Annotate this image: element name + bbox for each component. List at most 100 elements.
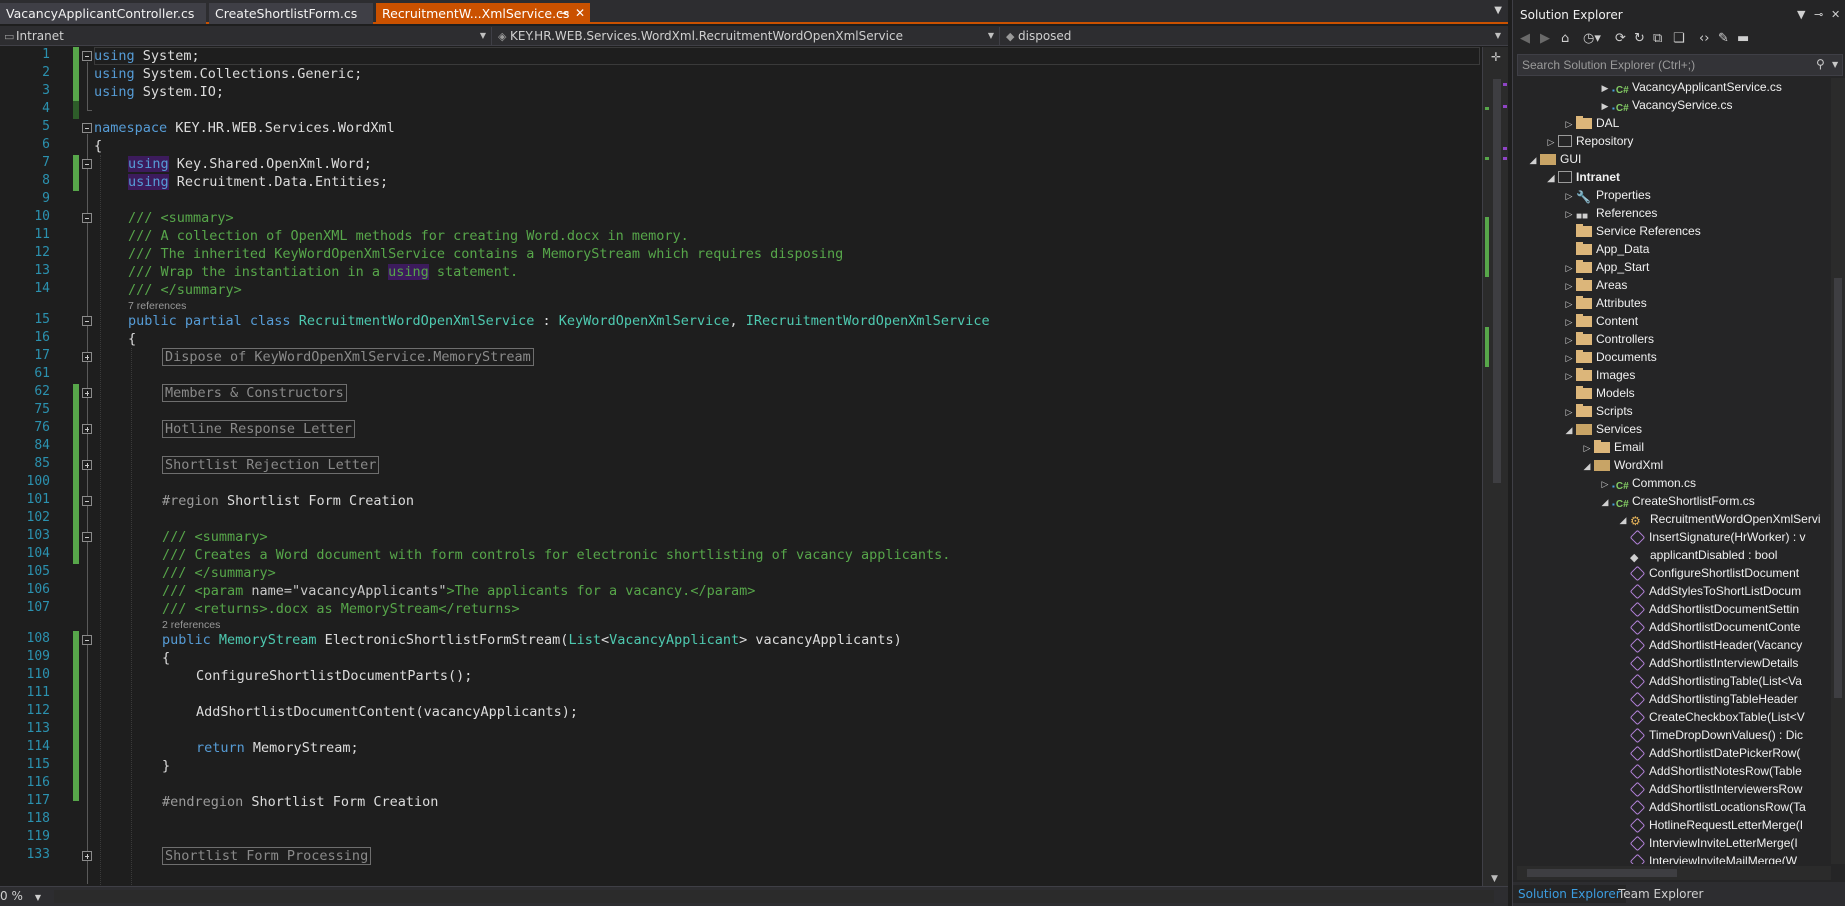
tree-item-services[interactable]: ◢ Services [1562,420,1642,438]
tree-item-scripts[interactable]: ▷ Scripts [1562,402,1633,420]
tab-overflow-dropdown-icon[interactable]: ▼ [1494,5,1502,16]
tab-team-explorer[interactable]: Team Explorer [1613,885,1709,903]
expand-arrow-icon[interactable]: ▷ [1544,133,1558,151]
scrollbar-thumb[interactable] [1489,79,1501,483]
tree-item-field[interactable]: ◆ applicantDisabled : bool [1630,546,1777,564]
tree-item-attributes[interactable]: ▷ Attributes [1562,294,1647,312]
collapse-toggle[interactable] [82,123,92,133]
expand-arrow-icon[interactable]: ▷ [1562,187,1576,205]
tab-create-shortlist-form[interactable]: CreateShortlistForm.cs [209,3,373,24]
editor-horizontal-scrollbar[interactable] [54,890,1494,903]
collapse-toggle[interactable] [82,496,92,506]
code-text-area[interactable]: 1 2 3 4 5 6 7 8 9 10 11 12 13 14 15 16 1… [0,47,1482,886]
pin-icon[interactable]: ⊸ [559,3,569,24]
tree-item-dal[interactable]: ▷ DAL [1562,114,1619,132]
tree-item-intranet[interactable]: ◢ Intranet [1544,168,1620,186]
collapse-arrow-icon[interactable]: ◢ [1598,493,1612,511]
tree-item-method[interactable]: AddShortlistInterviewDetails [1629,654,1798,672]
properties-wrench-icon[interactable]: ✎ [1718,31,1729,46]
expand-arrow-icon[interactable]: ▷ [1562,115,1576,133]
project-dropdown[interactable]: ▭ Intranet ▼ [0,27,492,45]
tree-item-method[interactable]: InterviewInviteMailMerge(W [1629,852,1797,864]
tree-item-documents[interactable]: ▷ Documents [1562,348,1657,366]
tree-item-areas[interactable]: ▷ Areas [1562,276,1627,294]
tab-solution-explorer[interactable]: Solution Explorer [1513,885,1626,903]
expand-toggle[interactable] [82,388,92,398]
auto-hide-pin-icon[interactable]: ⊸ [1814,4,1823,26]
collapse-toggle[interactable] [82,635,92,645]
tree-item-properties[interactable]: ▷ 🔧 Properties [1562,186,1651,204]
split-editor-icon[interactable]: ✛ [1491,50,1501,64]
tree-item-method[interactable]: AddShortlistInterviewersRow [1629,780,1802,798]
tree-item-method[interactable]: AddShortlistLocationsRow(Ta [1629,798,1806,816]
collapse-arrow-icon[interactable]: ◢ [1580,457,1594,475]
scroll-down-arrow-icon[interactable]: ▼ [1491,874,1498,884]
collapsed-region-members[interactable]: Members & Constructors [162,384,347,402]
tree-item-wordxml[interactable]: ◢ WordXml [1580,456,1664,475]
tree-item-method[interactable]: AddShortlistDatePickerRow( [1629,744,1800,762]
forward-icon[interactable]: ▶ [1540,31,1550,46]
back-icon[interactable]: ◀ [1520,31,1530,46]
tab-recruitment-word-openxml-service[interactable]: RecruitmentW...XmlService.cs ⊸ ✕ [376,3,590,24]
expand-arrow-icon[interactable]: ▷ [1598,475,1612,493]
expand-toggle[interactable] [82,851,92,861]
tree-item-method[interactable]: AddShortlistNotesRow(Table [1629,762,1802,780]
expand-arrow-icon[interactable]: ▶ [1598,97,1612,115]
tree-item-method[interactable]: AddShortlistDocumentConte [1629,618,1800,636]
collapse-toggle[interactable] [82,159,92,169]
search-options-dropdown-icon[interactable]: ▼ [1832,60,1838,69]
close-icon[interactable]: ✕ [1831,4,1840,26]
collapse-all-icon[interactable]: ⧉ [1653,31,1662,46]
tree-item-app-data[interactable]: App_Data [1562,240,1649,258]
tree-item-references[interactable]: ▷ ■■ References [1562,204,1658,223]
tree-item-method[interactable]: AddStylesToShortListDocum [1629,582,1801,600]
expand-arrow-icon[interactable]: ▷ [1562,403,1576,421]
collapse-toggle[interactable] [82,532,92,542]
solution-explorer-horizontal-scrollbar[interactable] [1517,866,1831,880]
expand-toggle[interactable] [82,460,92,470]
collapsed-region-hotline[interactable]: Hotline Response Letter [162,420,355,438]
tree-item-method[interactable]: InterviewInviteLetterMerge(I [1629,834,1798,852]
close-icon[interactable]: ✕ [575,3,585,24]
collapse-arrow-icon[interactable]: ◢ [1526,151,1540,169]
tree-item-controllers[interactable]: ▷ Controllers [1562,330,1654,348]
preview-selected-items-icon[interactable]: ▬ [1737,31,1749,46]
collapsed-region-rejection[interactable]: Shortlist Rejection Letter [162,456,380,474]
pending-changes-filter-icon[interactable]: ◷▾ [1583,31,1601,46]
collapse-arrow-icon[interactable]: ◢ [1616,511,1630,529]
collapsed-region-processing[interactable]: Shortlist Form Processing [162,847,372,865]
collapsed-region-dispose[interactable]: Dispose of KeyWordOpenXmlService.MemoryS… [162,348,534,366]
tree-item-app-start[interactable]: ▷ App_Start [1562,258,1649,276]
tree-item-method[interactable]: InsertSignature(HrWorker) : v [1629,528,1806,546]
tree-item-gui[interactable]: ◢ GUI [1526,150,1582,169]
tree-item-method[interactable]: ConfigureShortlistDocument [1629,564,1799,582]
search-input[interactable] [1518,55,1808,75]
expand-arrow-icon[interactable]: ▷ [1580,439,1594,457]
collapse-toggle[interactable] [82,51,92,61]
zoom-dropdown[interactable]: 0 % ▼ [0,889,41,903]
expand-arrow-icon[interactable]: ▷ [1562,205,1576,223]
show-all-files-icon[interactable]: ❏ [1673,31,1685,46]
tree-item-service-references[interactable]: Service References [1562,222,1701,240]
tree-item-content[interactable]: ▷ Content [1562,312,1638,330]
member-dropdown[interactable]: ◆ disposed ▼ [1002,27,1506,45]
tree-item-repository[interactable]: ▷ Repository [1544,132,1634,151]
expand-arrow-icon[interactable]: ▷ [1562,367,1576,385]
expand-toggle[interactable] [82,424,92,434]
expand-arrow-icon[interactable]: ▷ [1562,331,1576,349]
sync-with-document-icon[interactable]: ⟳ [1615,31,1626,46]
collapse-arrow-icon[interactable]: ◢ [1562,421,1576,439]
tree-item-common[interactable]: ▷ ▪C# Common.cs [1598,474,1696,492]
tree-item-vacancy-applicant-service[interactable]: ▶ ▪C# VacancyApplicantService.cs [1598,78,1782,96]
tree-item-models[interactable]: Models [1562,384,1635,402]
tree-item-email[interactable]: ▷ Email [1580,438,1644,456]
search-icon[interactable]: ⚲ [1816,57,1825,71]
expand-toggle[interactable] [82,352,92,362]
solution-explorer-vertical-scrollbar[interactable] [1831,78,1845,864]
tree-item-create-shortlist-form[interactable]: ◢ ▪C# CreateShortlistForm.cs [1598,492,1755,510]
collapse-toggle[interactable] [82,213,92,223]
tree-item-method[interactable]: AddShortlistingTableHeader [1629,690,1798,708]
scrollbar-thumb[interactable] [1834,278,1842,698]
scrollbar-thumb[interactable] [1527,869,1677,877]
tree-item-method[interactable]: AddShortlistHeader(Vacancy [1629,636,1802,654]
